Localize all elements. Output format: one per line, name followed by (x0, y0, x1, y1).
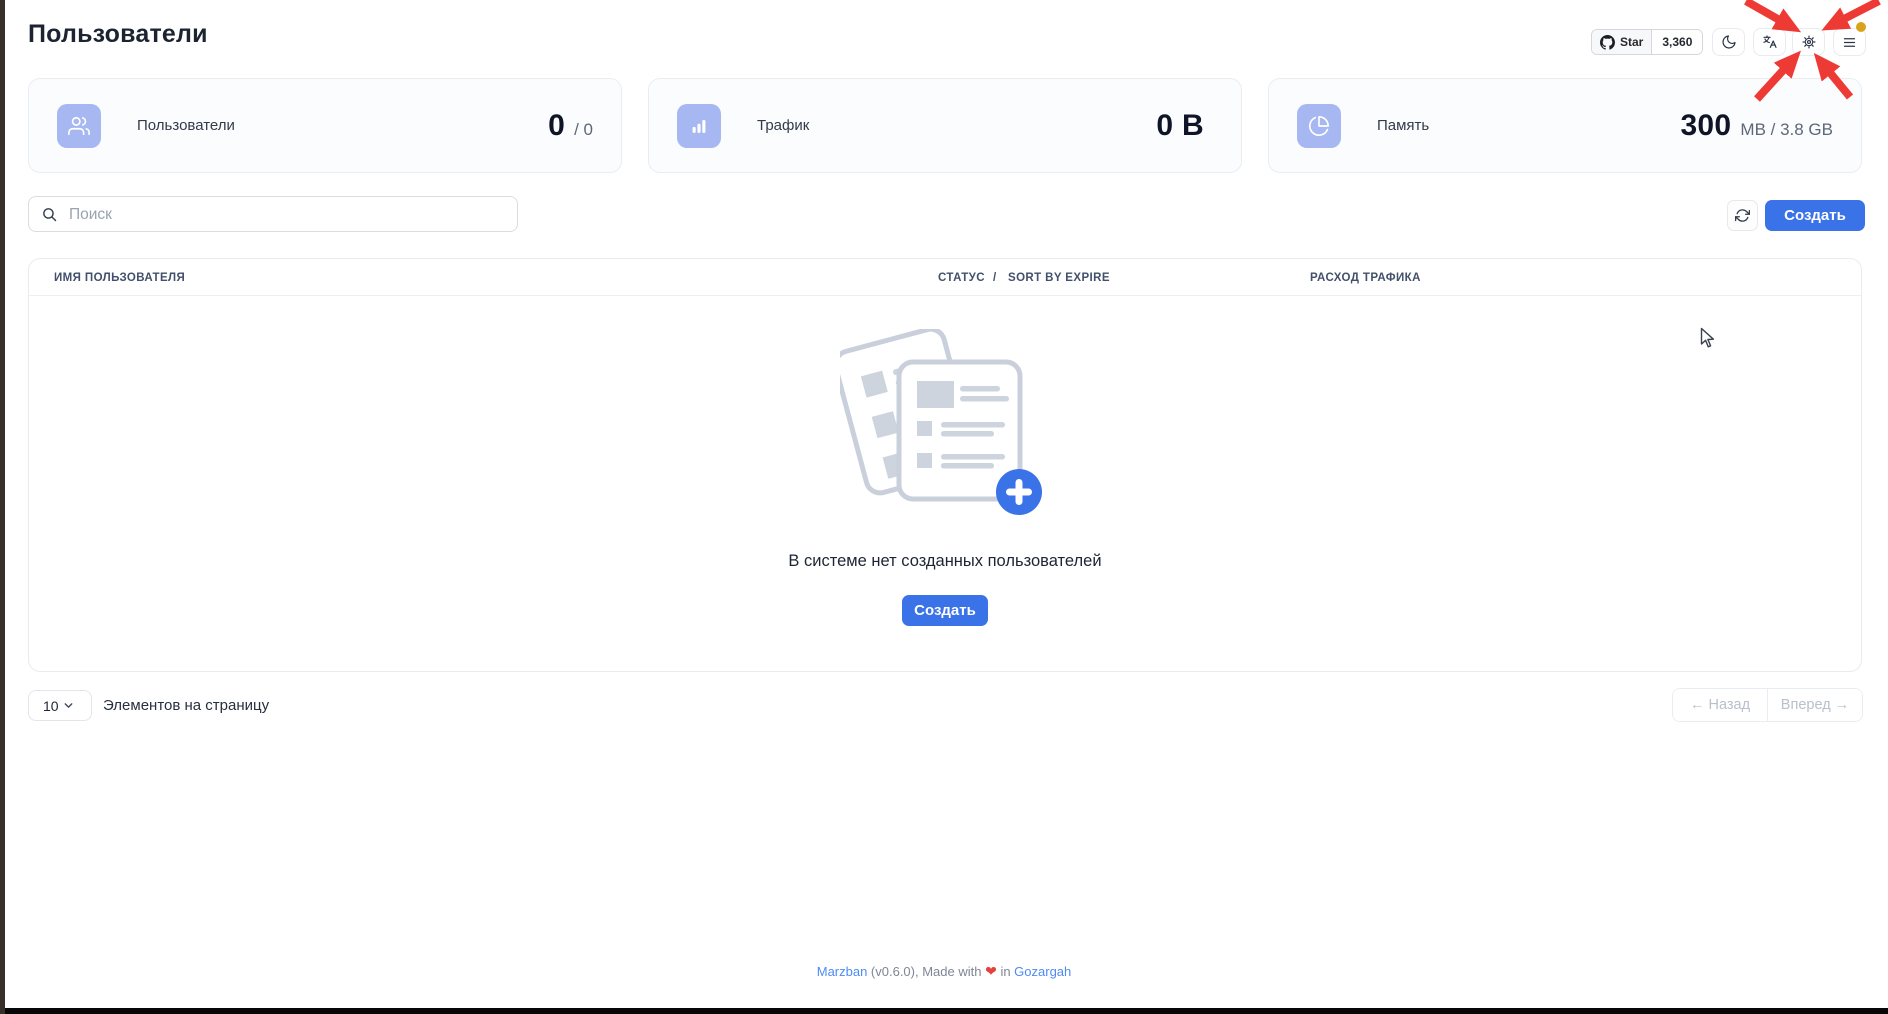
github-icon (1600, 35, 1615, 50)
stats-row: Пользователи 0 / 0 Трафик 0 B Память 300 (28, 78, 1862, 173)
search-box (28, 196, 518, 232)
settings-button[interactable] (1792, 28, 1825, 56)
bar-chart-icon (677, 104, 721, 148)
stat-suffix: / 0 (574, 120, 593, 140)
stat-label: Трафик (757, 117, 809, 134)
window-edge-left (0, 0, 5, 1014)
menu-icon (1842, 35, 1857, 50)
heart-icon: ❤ (985, 963, 997, 979)
stat-card-traffic: Трафик 0 B (648, 78, 1242, 173)
users-table: ИМЯ ПОЛЬЗОВАТЕЛЯ СТАТУС / SORT BY EXPIRE… (28, 258, 1862, 672)
stat-label: Пользователи (137, 117, 235, 134)
footer: Marzban (v0.6.0), Made with ❤ in Gozarga… (0, 963, 1888, 980)
per-page-label: Элементов на страницу (103, 697, 269, 714)
dark-mode-toggle-button[interactable] (1712, 28, 1745, 56)
empty-state-create-button[interactable]: Создать (902, 595, 988, 626)
stat-value: 0 B (1156, 109, 1204, 143)
gear-icon (1801, 34, 1817, 50)
moon-icon (1721, 34, 1737, 50)
pie-chart-icon (1297, 104, 1341, 148)
chevron-down-icon (62, 699, 83, 712)
stat-label: Память (1377, 117, 1429, 134)
create-user-button[interactable]: Создать (1765, 200, 1865, 231)
column-header-traffic-usage[interactable]: РАСХОД ТРАФИКА (1310, 272, 1421, 284)
menu-button[interactable] (1833, 28, 1866, 56)
footer-conj: in (997, 964, 1014, 979)
marzban-users-page: Пользователи Star 3,360 (0, 0, 1888, 1014)
stat-card-users: Пользователи 0 / 0 (28, 78, 622, 173)
next-page-button[interactable]: Вперед → (1768, 689, 1862, 721)
pagination-controls: ← Назад Вперед → (1672, 688, 1863, 722)
translate-icon (1762, 34, 1778, 50)
window-edge-bottom (5, 1008, 1888, 1014)
empty-documents-illustration (840, 329, 1050, 526)
column-header-username[interactable]: ИМЯ ПОЛЬЗОВАТЕЛЯ (54, 272, 185, 284)
search-input[interactable] (67, 198, 511, 232)
github-star-widget[interactable]: Star 3,360 (1591, 29, 1703, 55)
column-header-separator: / (993, 272, 997, 284)
plus-circle-icon (996, 469, 1042, 515)
page-size-value: 10 (43, 698, 59, 714)
language-button[interactable] (1753, 28, 1786, 56)
stat-card-memory: Память 300 MB / 3.8 GB (1268, 78, 1862, 173)
marzban-link[interactable]: Marzban (817, 964, 868, 979)
gozargah-link[interactable]: Gozargah (1014, 964, 1071, 979)
footer-text: (v0.6.0), Made with (867, 964, 985, 979)
stat-value: 0 (548, 109, 565, 143)
table-header-row: ИМЯ ПОЛЬЗОВАТЕЛЯ СТАТУС / SORT BY EXPIRE… (29, 259, 1861, 296)
empty-state-message: В системе нет созданных пользователей (788, 552, 1101, 571)
column-header-sort-by-expire[interactable]: SORT BY EXPIRE (1008, 272, 1110, 284)
users-icon (57, 104, 101, 148)
github-star-label: Star (1620, 35, 1643, 49)
empty-state: В системе нет созданных пользователей Со… (29, 329, 1861, 626)
column-header-status[interactable]: СТАТУС (938, 272, 985, 284)
refresh-icon (1735, 208, 1750, 223)
github-star-count: 3,360 (1652, 30, 1702, 54)
prev-page-button[interactable]: ← Назад (1673, 689, 1767, 721)
refresh-button[interactable] (1727, 200, 1758, 231)
notification-dot-badge (1856, 22, 1866, 32)
stat-suffix: MB / 3.8 GB (1740, 120, 1833, 140)
page-title: Пользователи (28, 20, 208, 49)
stat-value: 300 (1680, 109, 1731, 143)
page-size-select[interactable]: 10 (28, 690, 92, 721)
